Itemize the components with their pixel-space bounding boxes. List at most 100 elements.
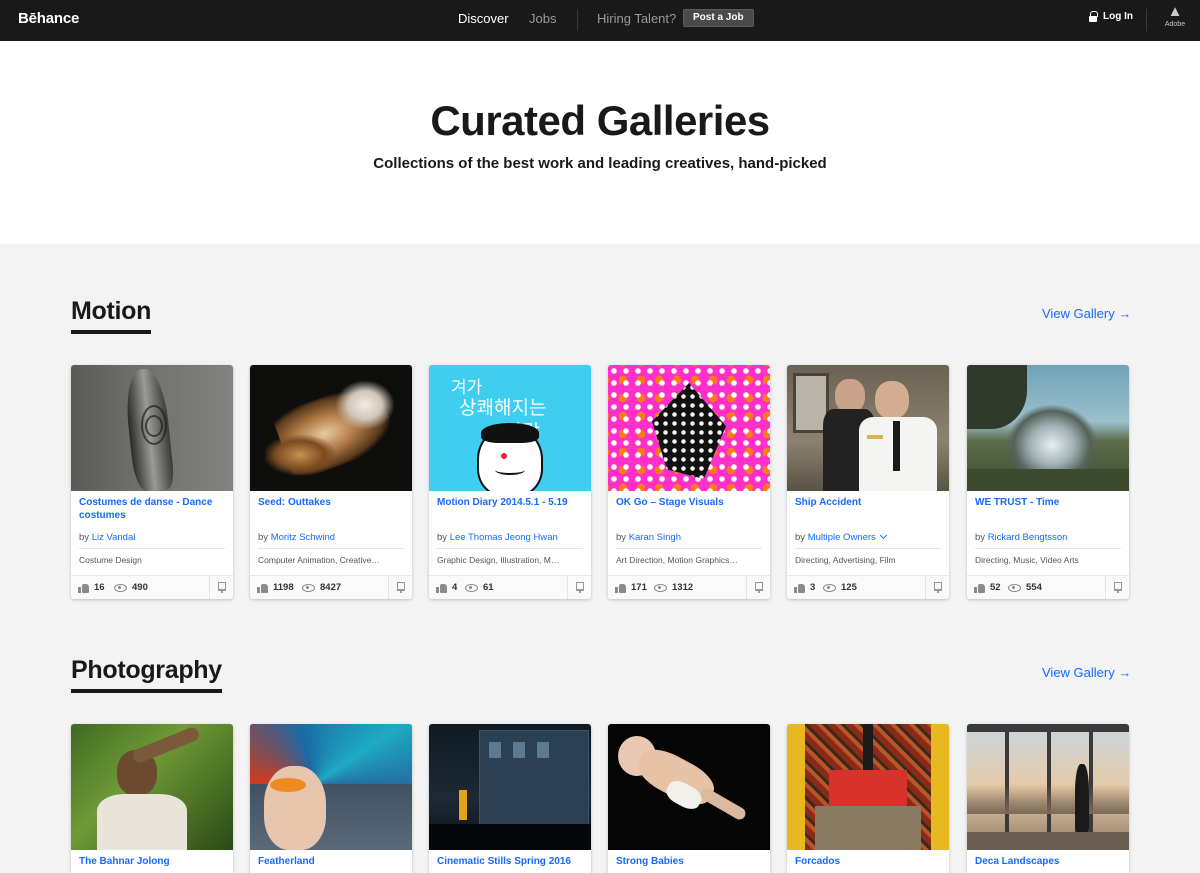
project-fields: Directing, Music, Video Arts [975,555,1079,565]
eye-icon [823,583,836,592]
project-title[interactable]: Deca Landscapes [975,855,1121,868]
by-label: by [79,532,90,543]
appreciate-button[interactable] [925,576,949,599]
project-thumbnail[interactable] [608,724,770,850]
log-in-button[interactable]: Log In [1088,11,1133,22]
project-thumbnail[interactable] [250,724,412,850]
views-count: 490 [132,582,148,593]
project-thumbnail[interactable] [71,365,233,491]
thumbs-up-icon [615,583,626,593]
korean-text-line-2: 상쾌해지는 [459,397,547,419]
project-title[interactable]: Costumes de danse - Dance costumes [79,496,225,522]
project-title[interactable]: Ship Accident [795,496,941,509]
eye-icon [465,583,478,592]
views-stat: 554 [1008,582,1042,593]
appreciate-button[interactable] [1105,576,1129,599]
project-title[interactable]: OK Go – Stage Visuals [616,496,762,509]
project-fields: Art Direction, Motion Graphics… [616,555,738,565]
project-card[interactable]: Deca Landscapes [967,724,1129,873]
chevron-down-icon[interactable] [879,531,887,540]
project-title[interactable]: Strong Babies [616,855,762,868]
project-card[interactable]: The Bahnar Jolong [71,724,233,873]
project-card[interactable]: Costumes de danse - Dance costumes by Li… [71,365,233,599]
view-gallery-photography-link[interactable]: View Gallery → [1042,665,1131,680]
project-card[interactable]: Cinematic Stills Spring 2016 [429,724,591,873]
appreciate-button[interactable] [746,576,770,599]
project-title[interactable]: Seed: Outtakes [258,496,404,509]
project-owner: by Rickard Bengtsson [975,532,1067,543]
project-stats: 52 554 [967,575,1129,599]
project-title[interactable]: Cinematic Stills Spring 2016 [437,855,583,868]
adobe-logo-icon: ▲ [1167,3,1183,20]
project-thumbnail[interactable] [787,365,949,491]
project-title[interactable]: Forcados [795,855,941,868]
project-thumbnail[interactable] [787,724,949,850]
view-gallery-motion-link[interactable]: View Gallery → [1042,306,1131,321]
project-card[interactable]: Seed: Outtakes by Moritz Schwind Compute… [250,365,412,599]
behance-logo[interactable]: Bēhance [18,10,79,27]
views-count: 61 [483,582,494,593]
project-thumbnail[interactable] [967,365,1129,491]
views-count: 554 [1026,582,1042,593]
project-title[interactable]: The Bahnar Jolong [79,855,225,868]
hero-banner: Curated Galleries Collections of the bes… [0,41,1200,244]
owner-link[interactable]: Liz Vandal [92,532,136,543]
project-card[interactable]: WE TRUST - Time by Rickard Bengtsson Dir… [967,365,1129,599]
project-owner: by Multiple Owners [795,531,887,543]
appreciate-button[interactable] [209,576,233,599]
appreciations-count: 1198 [273,582,294,593]
appreciate-icon [218,582,226,593]
project-card[interactable]: Ship Accident by Multiple Owners Directi… [787,365,949,599]
by-label: by [258,532,269,543]
project-thumbnail[interactable] [967,724,1129,850]
project-owner: by Karan Singh [616,532,681,543]
project-card[interactable]: OK Go – Stage Visuals by Karan Singh Art… [608,365,770,599]
nav-discover-link[interactable]: Discover [458,11,509,26]
project-card[interactable]: Featherland [250,724,412,873]
project-thumbnail[interactable] [250,365,412,491]
owner-link[interactable]: Rickard Bengtsson [988,532,1068,543]
owner-link[interactable]: Moritz Schwind [271,532,335,543]
adobe-link[interactable]: ▲ Adobe [1160,3,1190,29]
appreciations-count: 4 [452,582,458,593]
lock-icon [1088,11,1098,22]
project-thumbnail[interactable] [608,365,770,491]
eye-icon [654,583,667,592]
appreciate-button[interactable] [567,576,591,599]
project-card[interactable]: Forcados [787,724,949,873]
project-stats: 3 125 [787,575,949,599]
project-title[interactable]: Featherland [258,855,404,868]
project-card[interactable]: Strong Babies [608,724,770,873]
section-title-motion: Motion [71,297,151,334]
owner-link[interactable]: Lee Thomas Jeong Hwan [450,532,558,543]
project-thumbnail[interactable]: 겨가 상쾌해지는 바람 [429,365,591,491]
eye-icon [114,583,127,592]
thumbs-up-icon [974,583,985,593]
nav-divider [1146,9,1147,31]
appreciations-stat: 16 [78,582,105,593]
views-stat: 8427 [302,582,341,593]
appreciations-stat: 171 [615,582,647,593]
owner-link[interactable]: Karan Singh [629,532,681,543]
project-title[interactable]: Motion Diary 2014.5.1 - 5.19 [437,496,583,509]
nav-divider [577,9,578,31]
owner-link[interactable]: Multiple Owners [808,532,876,543]
project-thumbnail[interactable] [71,724,233,850]
project-card[interactable]: 겨가 상쾌해지는 바람 Motion Diary 2014.5.1 - 5.19… [429,365,591,599]
card-divider [975,548,1121,549]
nav-hiring-talent-link[interactable]: Hiring Talent? [597,11,676,26]
project-owner: by Liz Vandal [79,532,135,543]
project-thumbnail[interactable] [429,724,591,850]
appreciations-stat: 3 [794,582,815,593]
appreciate-button[interactable] [388,576,412,599]
project-fields: Computer Animation, Creative… [258,555,380,565]
project-owner: by Lee Thomas Jeong Hwan [437,532,558,543]
page-subtitle: Collections of the best work and leading… [373,155,827,172]
project-title[interactable]: WE TRUST - Time [975,496,1121,509]
post-a-job-button[interactable]: Post a Job [683,9,754,27]
project-fields: Costume Design [79,555,142,565]
nav-jobs-link[interactable]: Jobs [529,11,556,26]
eye-icon [302,583,315,592]
appreciations-count: 16 [94,582,105,593]
views-count: 8427 [320,582,342,593]
